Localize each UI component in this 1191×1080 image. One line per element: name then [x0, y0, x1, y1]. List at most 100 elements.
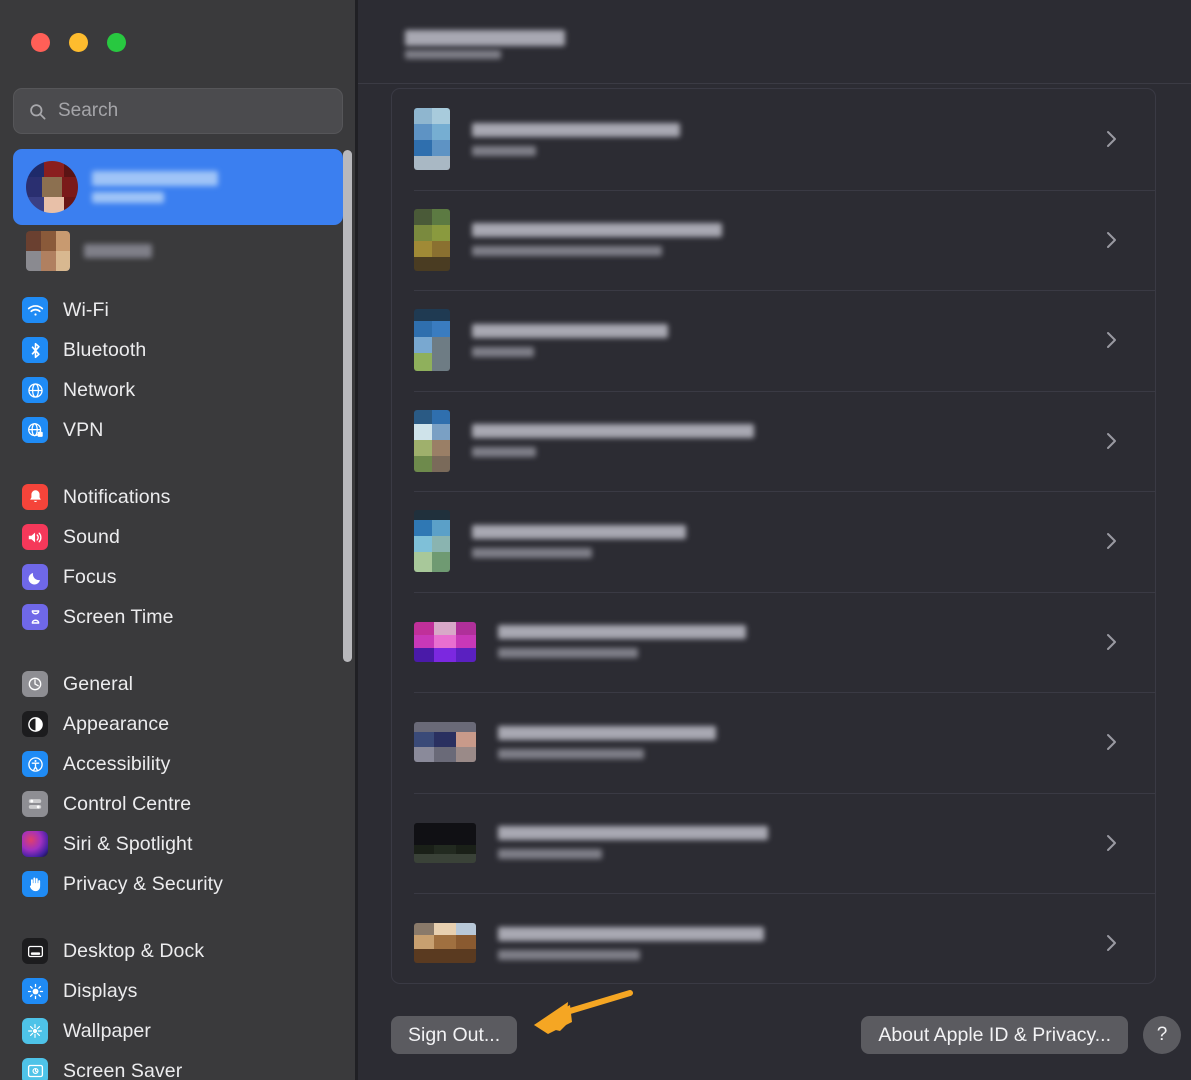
moon-icon [22, 564, 48, 590]
device-name-redacted [472, 323, 668, 338]
sidebar-item-vpn[interactable]: VPN [0, 410, 358, 450]
sidebar-item-network[interactable]: Network [0, 370, 358, 410]
sign-out-button[interactable]: Sign Out... [391, 1016, 518, 1054]
sidebar-item-label: General [63, 672, 134, 695]
sidebar-item-control-centre[interactable]: Control Centre [0, 784, 358, 824]
chevron-right-icon[interactable] [1089, 129, 1133, 149]
chevron-right-icon[interactable] [1089, 531, 1133, 551]
device-info [472, 323, 1089, 357]
table-row[interactable] [392, 89, 1155, 190]
account-name-block [92, 171, 218, 203]
sidebar-item-label: VPN [63, 418, 104, 441]
account-name-redacted [92, 171, 218, 186]
sidebar-item-accessibility[interactable]: Accessibility [0, 744, 358, 784]
account-section [13, 149, 343, 275]
table-row[interactable] [392, 692, 1155, 793]
maximise-window-button[interactable] [107, 33, 126, 52]
device-model-redacted [498, 949, 640, 960]
accessibility-icon [22, 751, 48, 777]
chevron-right-icon[interactable] [1089, 330, 1133, 350]
chevron-right-icon[interactable] [1089, 632, 1133, 652]
table-row[interactable] [392, 290, 1155, 391]
device-name-redacted [498, 926, 764, 941]
about-apple-id-privacy-button[interactable]: About Apple ID & Privacy... [861, 1016, 1128, 1054]
device-name-redacted [498, 826, 768, 841]
sidebar-item-wallpaper[interactable]: Wallpaper [0, 1011, 358, 1051]
device-model-redacted [498, 849, 602, 860]
sidebar-item-label: Focus [63, 565, 117, 588]
device-model-redacted [472, 145, 536, 156]
sidebar-item-displays[interactable]: Displays [0, 971, 358, 1011]
table-row[interactable] [392, 792, 1155, 894]
device-thumbnail [414, 722, 476, 763]
chevron-right-icon[interactable] [1089, 230, 1133, 250]
table-row[interactable] [392, 591, 1155, 693]
sidebar-item-label: Screen Time [63, 605, 174, 628]
sidebar-item-desktop-and-dock[interactable]: Desktop & Dock [0, 931, 358, 971]
device-name-redacted [498, 725, 716, 740]
sidebar-item-screen-time[interactable]: Screen Time [0, 597, 358, 637]
device-thumbnail [414, 822, 476, 863]
device-thumbnail [414, 510, 450, 573]
sidebar-item-sound[interactable]: Sound [0, 517, 358, 557]
search-input[interactable] [58, 100, 328, 122]
device-thumbnail [414, 309, 450, 372]
table-row[interactable] [392, 390, 1155, 492]
sidebar-item-appearance[interactable]: Appearance [0, 704, 358, 744]
sidebar-item-label: Desktop & Dock [63, 939, 205, 962]
nav-group-alerts: Notifications Sound Focus Screen Time [0, 477, 358, 637]
globe-icon [22, 377, 48, 403]
device-model-redacted [498, 648, 638, 659]
apple-id-account-row[interactable] [13, 149, 343, 225]
pane-header [358, 0, 1191, 84]
account-secondary-row[interactable] [13, 227, 343, 275]
device-model-redacted [472, 447, 536, 458]
minimise-window-button[interactable] [69, 33, 88, 52]
device-info [472, 122, 1089, 156]
switches-icon [22, 791, 48, 817]
system-settings-window: Wi-Fi Bluetooth [0, 0, 1191, 1080]
search-field[interactable] [13, 88, 343, 134]
chevron-right-icon[interactable] [1089, 933, 1133, 953]
device-info [472, 524, 1089, 558]
wallpaper-icon [22, 1018, 48, 1044]
table-row[interactable] [392, 491, 1155, 592]
siri-icon [22, 831, 48, 857]
pane-footer: Sign Out... About Apple ID & Privacy... … [358, 984, 1191, 1080]
sidebar-item-label: Wallpaper [63, 1019, 151, 1042]
sidebar-item-wi-fi[interactable]: Wi-Fi [0, 290, 358, 330]
sidebar-scrollbar[interactable] [343, 150, 352, 662]
secondary-account-label-redacted [84, 244, 152, 258]
sidebar-item-focus[interactable]: Focus [0, 557, 358, 597]
hand-icon [22, 871, 48, 897]
nav-group-display: Desktop & Dock Displays Wallpaper Screen… [0, 931, 358, 1080]
sidebar-item-screen-saver[interactable]: Screen Saver [0, 1051, 358, 1080]
device-model-redacted [472, 547, 592, 558]
sidebar-item-bluetooth[interactable]: Bluetooth [0, 330, 358, 370]
table-row[interactable] [392, 189, 1155, 291]
sidebar-item-general[interactable]: General [0, 664, 358, 704]
vpn-globe-icon [22, 417, 48, 443]
sidebar-item-siri-and-spotlight[interactable]: Siri & Spotlight [0, 824, 358, 864]
device-thumbnail [414, 621, 476, 662]
sidebar-item-label: Notifications [63, 485, 171, 508]
device-thumbnail [414, 923, 476, 964]
chevron-right-icon[interactable] [1089, 732, 1133, 752]
device-model-redacted [472, 246, 662, 257]
help-button[interactable]: ? [1143, 1016, 1181, 1054]
close-window-button[interactable] [31, 33, 50, 52]
sidebar-item-label: Privacy & Security [63, 872, 224, 895]
page-title-redacted [405, 30, 565, 46]
sidebar-item-notifications[interactable]: Notifications [0, 477, 358, 517]
chevron-right-icon[interactable] [1089, 833, 1133, 853]
sidebar-item-label: Screen Saver [63, 1059, 183, 1080]
window-controls [31, 33, 126, 52]
device-info [498, 926, 1089, 960]
table-row[interactable] [392, 893, 1155, 983]
device-model-redacted [472, 346, 534, 357]
sidebar-item-privacy-and-security[interactable]: Privacy & Security [0, 864, 358, 904]
device-info [472, 424, 1089, 458]
chevron-right-icon[interactable] [1089, 431, 1133, 451]
dock-icon [22, 938, 48, 964]
sidebar-item-label: Sound [63, 525, 120, 548]
